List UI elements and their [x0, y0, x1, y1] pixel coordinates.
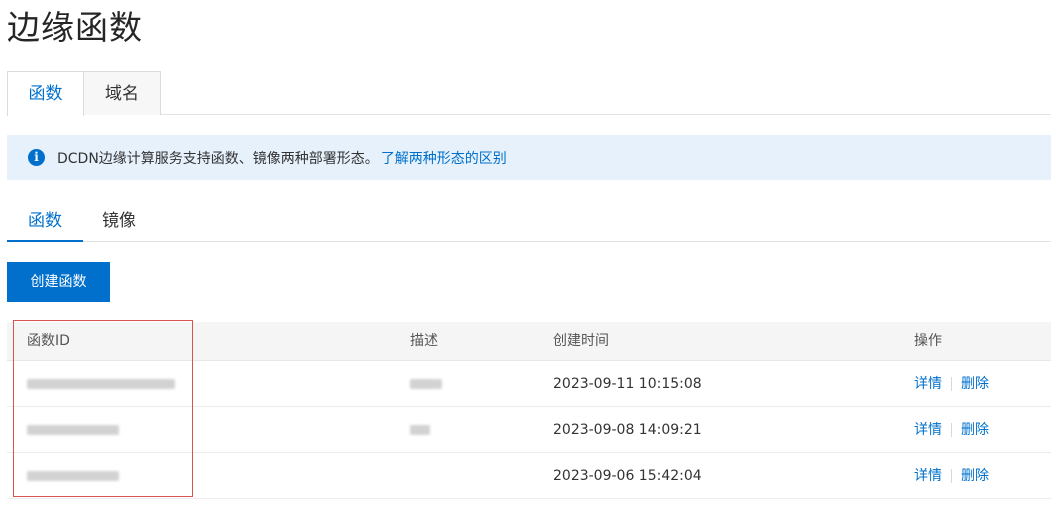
banner-link-difference[interactable]: 了解两种形态的区别 — [381, 148, 507, 168]
redacted-function-id — [27, 425, 119, 435]
details-link[interactable]: 详情 — [914, 422, 942, 438]
banner-text: DCDN边缘计算服务支持函数、镜像两种部署形态。 — [57, 150, 379, 167]
action-divider — [951, 469, 952, 483]
created-time-cell: 2023-09-08 14:09:21 — [553, 422, 702, 438]
table-row: 2023-09-06 15:42:04 详情 删除 — [7, 453, 1051, 499]
created-time-cell: 2023-09-11 10:15:08 — [553, 376, 702, 392]
redacted-description — [410, 379, 442, 389]
functions-table: 函数ID 描述 创建时间 操作 2023-09-11 10:15:08 详情 删除… — [7, 322, 1051, 499]
column-header-created-time: 创建时间 — [553, 333, 609, 349]
action-divider — [951, 423, 952, 437]
table-row: 2023-09-08 14:09:21 详情 删除 — [7, 407, 1051, 453]
redacted-description — [410, 425, 430, 435]
tab-domains[interactable]: 域名 — [83, 71, 161, 115]
column-header-function-id: 函数ID — [27, 333, 70, 349]
table-row: 2023-09-11 10:15:08 详情 删除 — [7, 361, 1051, 407]
action-divider — [951, 377, 952, 391]
details-link[interactable]: 详情 — [914, 468, 942, 484]
created-time-cell: 2023-09-06 15:42:04 — [553, 468, 702, 484]
page-title: 边缘函数 — [7, 8, 143, 47]
delete-link[interactable]: 删除 — [961, 468, 989, 484]
description-cell — [410, 407, 430, 453]
delete-link[interactable]: 删除 — [961, 376, 989, 392]
function-id-cell[interactable] — [27, 361, 175, 407]
function-id-cell[interactable] — [27, 407, 119, 453]
create-function-button[interactable]: 创建函数 — [7, 262, 110, 302]
info-banner: i DCDN边缘计算服务支持函数、镜像两种部署形态。 了解两种形态的区别 — [7, 135, 1051, 180]
function-id-cell[interactable] — [27, 453, 119, 499]
column-header-description: 描述 — [410, 333, 438, 349]
info-icon: i — [28, 149, 45, 166]
description-cell — [410, 361, 442, 407]
redacted-function-id — [27, 471, 119, 481]
column-header-actions: 操作 — [914, 333, 942, 349]
actions-cell: 详情 删除 — [914, 361, 989, 407]
top-tab-bar: 函数 域名 — [7, 71, 1051, 116]
actions-cell: 详情 删除 — [914, 453, 989, 499]
tab-functions[interactable]: 函数 — [7, 71, 84, 116]
delete-link[interactable]: 删除 — [961, 422, 989, 438]
subtab-images[interactable]: 镜像 — [83, 205, 155, 242]
sub-tab-bar: 函数 镜像 — [7, 205, 1051, 242]
details-link[interactable]: 详情 — [914, 376, 942, 392]
actions-cell: 详情 删除 — [914, 407, 989, 453]
table-header: 函数ID 描述 创建时间 操作 — [7, 322, 1051, 361]
subtab-functions[interactable]: 函数 — [7, 205, 83, 242]
redacted-function-id — [27, 379, 175, 389]
